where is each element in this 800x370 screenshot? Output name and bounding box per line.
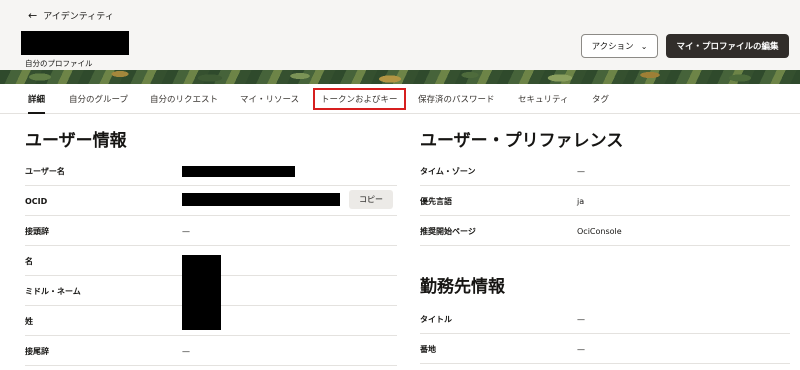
timezone-label: タイム・ゾーン — [420, 166, 476, 176]
pref-row-start-page: 推奨開始ページ OciConsole — [420, 216, 790, 246]
actions-menu-label: アクション — [591, 42, 634, 52]
pref-row-language: 優先言語 ja — [420, 186, 790, 216]
copy-ocid-button[interactable]: コピー — [349, 190, 393, 209]
profile-subtitle: 自分のプロファイル — [25, 59, 93, 68]
suffix-label: 接尾辞 — [25, 346, 49, 356]
redacted-profile-name — [21, 31, 129, 55]
tab-saved-passwords[interactable]: 保存済のパスワード — [418, 84, 495, 114]
tab-my-resources[interactable]: マイ・リソース — [240, 84, 299, 114]
back-link-label: アイデンティティ — [43, 12, 114, 22]
middle-name-label: ミドル・ネーム — [25, 286, 81, 296]
pref-row-timezone: タイム・ゾーン — — [420, 156, 790, 186]
street-label: 番地 — [420, 344, 436, 354]
back-link[interactable]: ← アイデンティティ — [28, 9, 114, 22]
user-info-row-prefix: 接頭辞 — — [25, 216, 397, 246]
actions-menu-button[interactable]: アクション ⌄ — [581, 34, 658, 58]
work-row-title: タイトル — — [420, 304, 790, 334]
start-page-label: 推奨開始ページ — [420, 226, 476, 236]
user-info-title: ユーザー情報 — [25, 131, 127, 151]
tab-my-requests[interactable]: 自分のリクエスト — [150, 84, 218, 114]
user-info-row-suffix: 接尾辞 — — [25, 336, 397, 366]
last-name-label: 姓 — [25, 316, 33, 326]
work-info-title: 勤務先情報 — [420, 277, 505, 297]
tab-details[interactable]: 詳細 — [28, 84, 46, 114]
prefix-value: — — [182, 226, 190, 236]
user-preferences-title: ユーザー・プリファレンス — [420, 131, 624, 151]
ocid-label: OCID — [25, 196, 48, 206]
language-label: 優先言語 — [420, 196, 452, 206]
timezone-value: — — [577, 166, 585, 176]
tab-bar: 詳細 自分のグループ 自分のリクエスト マイ・リソース トークンおよびキー 保存… — [0, 84, 800, 114]
start-page-value: OciConsole — [577, 226, 622, 236]
username-label: ユーザー名 — [25, 166, 65, 176]
language-value: ja — [577, 196, 585, 206]
page-header: ← アイデンティティ 自分のプロファイル アクション ⌄ マイ・プロファイルの編… — [0, 0, 800, 70]
suffix-value: — — [182, 346, 190, 356]
tab-tags[interactable]: タグ — [592, 84, 609, 114]
redacted-username — [182, 166, 295, 177]
tab-my-groups[interactable]: 自分のグループ — [69, 84, 128, 114]
redacted-name-fields — [182, 255, 221, 330]
edit-profile-button[interactable]: マイ・プロファイルの編集 — [666, 34, 789, 58]
street-value: — — [577, 344, 585, 354]
job-title-value: — — [577, 314, 585, 324]
job-title-label: タイトル — [420, 314, 452, 324]
prefix-label: 接頭辞 — [25, 226, 49, 236]
tab-security[interactable]: セキュリティ — [518, 84, 569, 114]
redacted-ocid — [182, 193, 340, 206]
arrow-left-icon: ← — [28, 9, 38, 22]
first-name-label: 名 — [25, 256, 33, 266]
work-row-street: 番地 — — [420, 334, 790, 364]
chevron-down-icon: ⌄ — [640, 41, 648, 51]
decorative-banner — [0, 70, 800, 84]
tab-tokens-and-keys[interactable]: トークンおよびキー — [313, 88, 406, 110]
